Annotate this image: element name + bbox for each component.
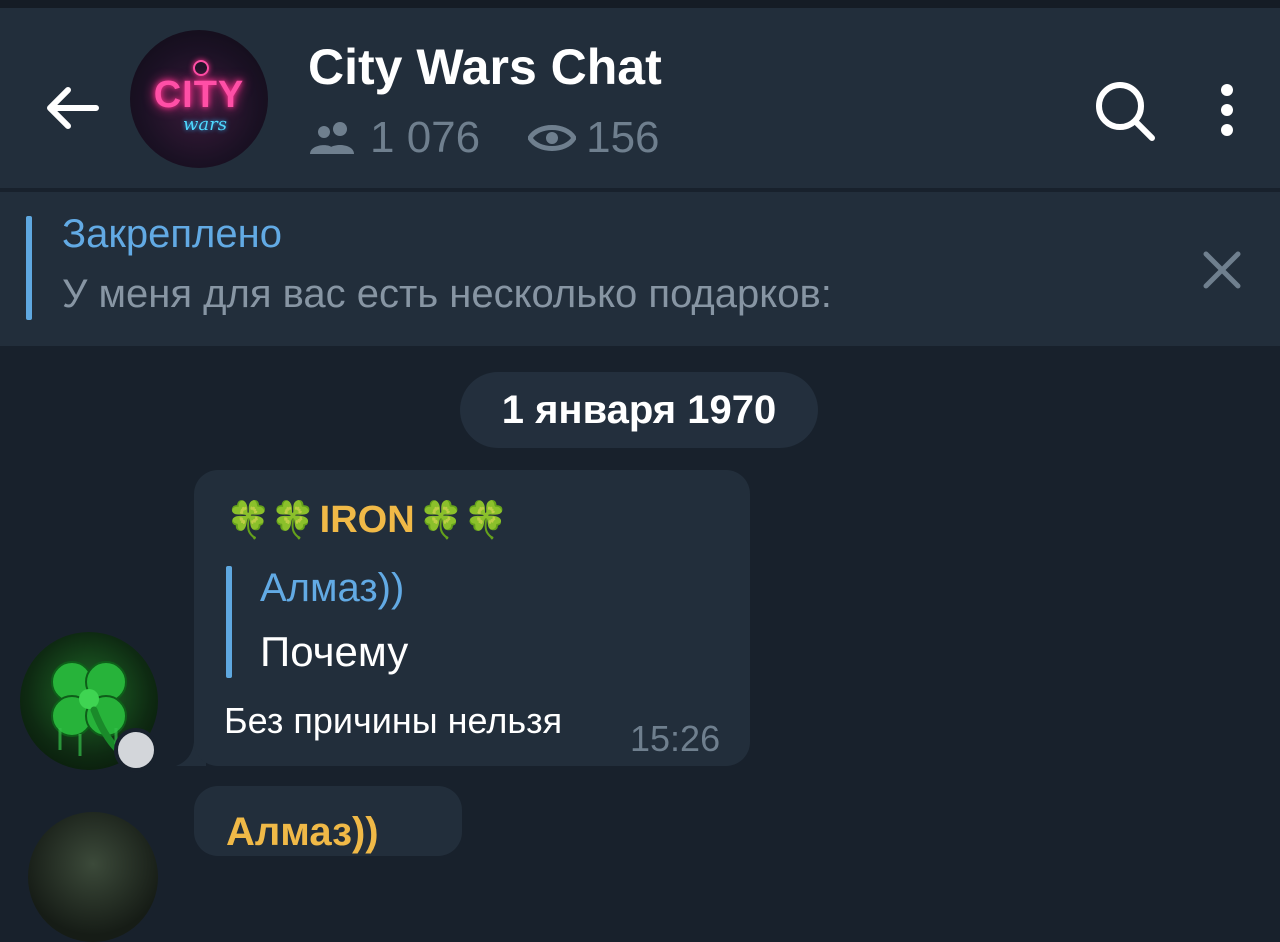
message-sender[interactable]: 🍀🍀 IRON 🍀🍀 (226, 494, 508, 546)
search-icon (1096, 82, 1155, 141)
pinned-accent-bar (26, 216, 32, 320)
message-time: 15:26 (630, 718, 721, 759)
chat-header: CITY wars City Wars Chat 1 076 156 (0, 8, 1280, 188)
pinned-message-bar[interactable]: Закреплено У меня для вас есть несколько… (0, 192, 1280, 346)
avatar-logo-city: CITY (153, 74, 245, 116)
more-vertical-icon-dot (1221, 124, 1233, 136)
avatar-logo-wars: wars (183, 114, 227, 135)
sender-name: Алмаз)) (226, 810, 379, 854)
chat-stats: 1 076 156 (308, 113, 708, 163)
search-button[interactable] (1090, 76, 1158, 144)
reply-accent-bar (226, 566, 232, 678)
user-avatar[interactable] (28, 812, 158, 942)
date-separator: 1 января 1970 (460, 372, 818, 448)
more-vertical-icon-dot (1221, 84, 1233, 96)
reply-author[interactable]: Алмаз)) (260, 566, 404, 611)
more-options-button[interactable] (1205, 76, 1249, 144)
members-icon (308, 118, 360, 158)
chat-title[interactable]: City Wars Chat (308, 38, 662, 96)
back-arrow-icon (47, 87, 99, 129)
more-vertical-icon-dot (1221, 104, 1233, 116)
status-strip (0, 0, 1280, 8)
message-text: Без причины нельзя (224, 700, 563, 741)
close-pinned-button[interactable] (1196, 244, 1248, 296)
sender-name: IRON (319, 498, 415, 541)
back-button[interactable] (40, 78, 104, 138)
clover-icon: 🍀🍀 (418, 499, 509, 540)
pinned-text: У меня для вас есть несколько подарков: (62, 272, 832, 316)
close-icon (1203, 251, 1241, 289)
online-count: 156 (586, 113, 660, 162)
members-count: 1 076 (370, 113, 481, 162)
chat-avatar[interactable]: CITY wars (130, 30, 268, 168)
pinned-label: Закреплено (62, 212, 282, 256)
clover-icon: 🍀🍀 (226, 499, 316, 540)
eye-icon (528, 122, 577, 154)
reply-text[interactable]: Почему (260, 628, 408, 676)
status-dot (114, 728, 158, 772)
